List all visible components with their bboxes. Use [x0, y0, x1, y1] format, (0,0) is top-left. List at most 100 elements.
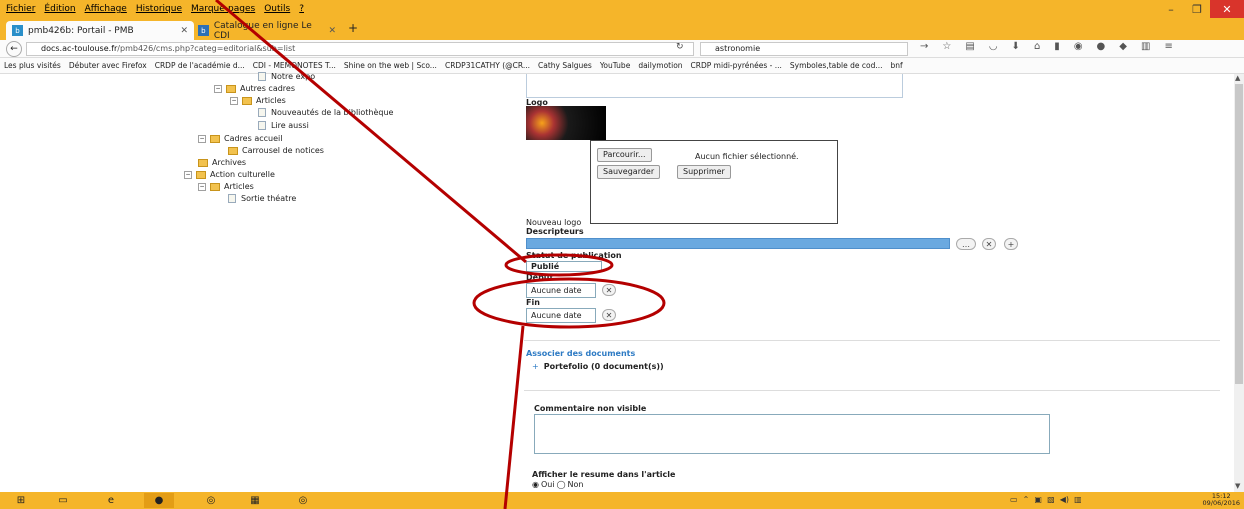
clear-end-date-icon[interactable]: ✕ [602, 309, 616, 321]
restore-icon[interactable]: ❐ [1184, 0, 1210, 18]
chrome-icon[interactable]: ◎ [288, 493, 318, 508]
bookmark-icon[interactable]: ▮ [1054, 41, 1060, 52]
tree-item[interactable]: − Articles [230, 96, 286, 105]
tab-label: pmb426b: Portail - PMB [28, 25, 134, 36]
tree-item[interactable]: Carrousel de notices [228, 146, 324, 155]
hamburger-menu-icon[interactable]: ≡ [1164, 41, 1172, 52]
close-tab-icon[interactable]: ✕ [180, 26, 188, 36]
tree-item[interactable]: − Autres cadres [214, 84, 295, 93]
tree-item[interactable]: Lire aussi [258, 121, 309, 130]
scrollbar-thumb[interactable] [1235, 84, 1243, 384]
adblock-icon[interactable]: ● [1097, 41, 1106, 52]
associate-documents-link[interactable]: Associer des documents [526, 349, 635, 358]
bookmark-item[interactable]: dailymotion [638, 61, 682, 70]
portfolio-row[interactable]: + Portefolio (0 document(s)) [532, 362, 664, 371]
file-explorer-icon[interactable]: ▭ [48, 493, 78, 508]
clear-descriptor-icon[interactable]: ✕ [982, 238, 996, 250]
bookmark-item[interactable]: CDI - MEMONOTES T... [253, 61, 336, 70]
bookmark-item[interactable]: Débuter avec Firefox [69, 61, 147, 70]
menu-fichier[interactable]: Fichier [6, 4, 35, 14]
ie-icon[interactable]: e [96, 493, 126, 508]
clipboard-icon[interactable]: ▤ [965, 41, 974, 52]
firefox-icon[interactable]: ● [144, 493, 174, 508]
collapse-icon[interactable]: − [198, 182, 206, 191]
bookmark-item[interactable]: Les plus visités [4, 61, 61, 70]
save-button[interactable]: Sauvegarder [597, 165, 661, 179]
radio-non-label: Non [567, 480, 584, 489]
chrome-icon[interactable]: ◎ [196, 493, 226, 508]
bookmark-item[interactable]: CRDP de l'académie d... [155, 61, 245, 70]
tree-item[interactable]: Archives [198, 158, 246, 167]
menu-outils[interactable]: Outils [264, 4, 290, 14]
extension-icon[interactable]: ◆ [1119, 41, 1127, 52]
bookmark-item[interactable]: Shine on the web | Sco... [344, 61, 437, 70]
bookmark-item[interactable]: Symboles,table de cod... [790, 61, 883, 70]
tree-item[interactable]: − Cadres accueil [198, 134, 282, 143]
bookmark-item[interactable]: bnf [890, 61, 902, 70]
system-tray: ▭ ⌃ ▣ ▧ ◀) ▥ [1010, 495, 1082, 504]
star-icon[interactable]: ☆ [942, 41, 951, 52]
chat-icon[interactable]: ◉ [1074, 41, 1083, 52]
delete-button[interactable]: Supprimer [677, 165, 731, 179]
logo-thumbnail [526, 106, 606, 140]
end-date-field[interactable]: Aucune date [526, 308, 596, 323]
page-scrollbar[interactable]: ▲ ▼ [1234, 74, 1244, 492]
minimize-icon[interactable]: – [1158, 0, 1184, 18]
menu-affichage[interactable]: Affichage [85, 4, 127, 14]
download-icon[interactable]: ⬇ [1012, 41, 1020, 52]
publisher-icon[interactable]: ▦ [240, 493, 270, 508]
tree-item[interactable]: Nouveautés de la bibliothèque [258, 108, 393, 117]
sidebar-icon[interactable]: ▥ [1141, 41, 1150, 52]
new-tab-icon[interactable]: + [348, 21, 358, 35]
close-tab-icon[interactable]: ✕ [328, 26, 336, 36]
publication-status-select[interactable]: Publié [526, 261, 602, 272]
collapse-icon[interactable]: − [198, 134, 206, 143]
more-button[interactable]: … [956, 238, 976, 250]
home-icon[interactable]: ⌂ [1034, 41, 1040, 52]
radio-non-icon[interactable]: ◯ [557, 480, 566, 489]
start-date-field[interactable]: Aucune date [526, 283, 596, 298]
pocket-icon[interactable]: ◡ [989, 41, 998, 52]
clear-start-date-icon[interactable]: ✕ [602, 284, 616, 296]
browse-button[interactable]: Parcourir... [597, 148, 652, 162]
bookmark-item[interactable]: CRDP midi-pyrénées - ... [691, 61, 782, 70]
new-logo-label: Nouveau logo [526, 218, 582, 227]
tree-item[interactable]: − Articles [198, 182, 254, 191]
menu-edition[interactable]: Édition [44, 4, 75, 14]
menu-marque-pages[interactable]: Marque-pages [191, 4, 255, 14]
search-input[interactable]: astronomie [700, 42, 908, 56]
logo-upload-box: Parcourir... Aucun fichier sélectionné. … [590, 140, 838, 224]
folder-icon [210, 134, 220, 143]
reload-icon[interactable]: ↻ [676, 42, 684, 52]
scroll-up-icon[interactable]: ▲ [1235, 74, 1240, 82]
collapse-icon[interactable]: − [230, 96, 238, 105]
tree-item[interactable]: Sortie théatre [228, 194, 296, 203]
back-arrow-icon[interactable]: ← [6, 41, 22, 57]
bookmark-item[interactable]: CRDP31CATHY (@CR... [445, 61, 530, 70]
bookmark-item[interactable]: Cathy Salgues [538, 61, 592, 70]
page-icon [258, 121, 266, 130]
menu-help[interactable]: ? [299, 4, 304, 14]
taskbar-clock[interactable]: 15:12 09/06/2016 [1203, 493, 1240, 507]
collapse-icon[interactable]: − [214, 84, 222, 93]
start-windows-icon[interactable]: ⊞ [6, 493, 36, 508]
menu-historique[interactable]: Historique [136, 4, 182, 14]
descriptors-input[interactable] [526, 238, 950, 249]
scroll-down-icon[interactable]: ▼ [1235, 482, 1240, 490]
clock-date: 09/06/2016 [1202, 499, 1240, 507]
tree-item[interactable]: Notre expo [258, 72, 315, 81]
arrow-right-icon[interactable]: → [920, 41, 928, 52]
pmb-favicon-icon: b [12, 25, 23, 36]
add-descriptor-icon[interactable]: + [1004, 238, 1018, 250]
resume-textarea[interactable] [526, 74, 903, 98]
tab-pmb-portail[interactable]: b pmb426b: Portail - PMB ✕ [6, 21, 194, 40]
url-bar[interactable]: docs.ac-toulouse.fr/pmb426/cms.php?categ… [26, 42, 694, 56]
tree-item[interactable]: − Action culturelle [184, 170, 275, 179]
expand-icon[interactable]: + [532, 362, 539, 371]
bookmark-item[interactable]: YouTube [600, 61, 631, 70]
comment-textarea[interactable] [534, 414, 1050, 454]
collapse-icon[interactable]: − [184, 170, 192, 179]
tab-catalogue[interactable]: b Catalogue en ligne Le CDI ✕ [192, 21, 342, 41]
radio-oui-icon[interactable]: ◉ [532, 480, 539, 489]
close-window-icon[interactable]: ✕ [1210, 0, 1244, 18]
